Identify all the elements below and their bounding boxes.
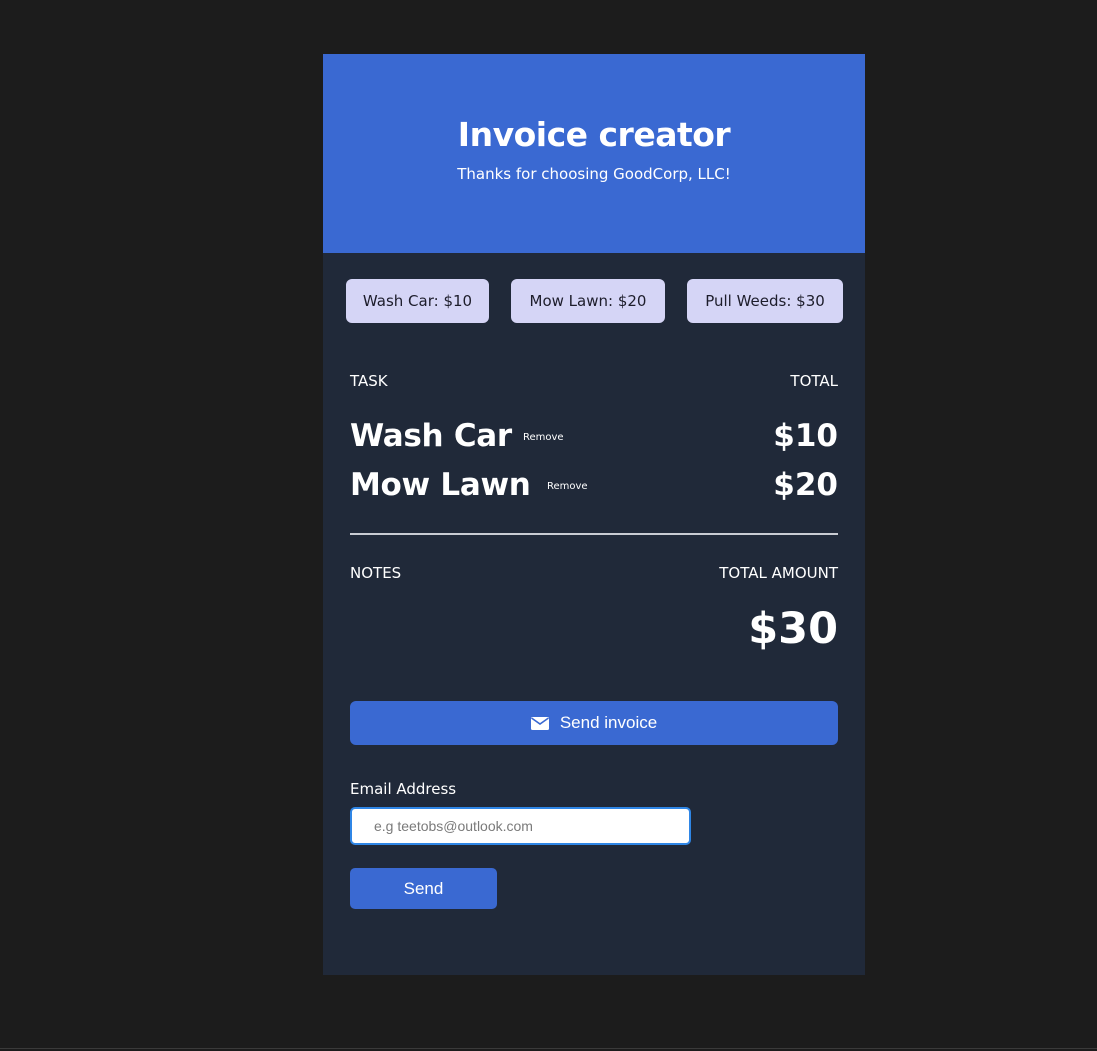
task-row: Mow Lawn Remove $20 <box>350 467 838 507</box>
task-price: $20 <box>773 467 838 503</box>
invoice-card: Invoice creator Thanks for choosing Good… <box>323 54 865 975</box>
page-subtitle: Thanks for choosing GoodCorp, LLC! <box>457 165 731 183</box>
add-mow-lawn-button[interactable]: Mow Lawn: $20 <box>511 279 665 323</box>
send-invoice-label: Send invoice <box>559 713 658 732</box>
task-name: Wash Car <box>350 418 512 454</box>
remove-task-button[interactable]: Remove <box>547 481 588 492</box>
divider <box>350 533 838 535</box>
task-button-group: Wash Car: $10 Mow Lawn: $20 Pull Weeds: … <box>323 279 865 323</box>
total-column-header: TOTAL <box>790 372 838 390</box>
send-button[interactable]: Send <box>350 868 497 909</box>
remove-task-button[interactable]: Remove <box>523 432 564 443</box>
add-pull-weeds-button[interactable]: Pull Weeds: $30 <box>687 279 843 323</box>
task-name: Mow Lawn <box>350 467 531 503</box>
add-wash-car-button[interactable]: Wash Car: $10 <box>346 279 489 323</box>
task-price: $10 <box>773 418 838 454</box>
envelope-icon <box>530 716 549 730</box>
invoice-header: Invoice creator Thanks for choosing Good… <box>323 54 865 253</box>
total-amount-label: TOTAL AMOUNT <box>719 564 838 582</box>
send-invoice-button[interactable]: Send invoice <box>350 701 838 745</box>
window-bottom-border <box>0 1048 1097 1049</box>
email-field[interactable] <box>350 807 691 845</box>
page-title: Invoice creator <box>457 115 731 154</box>
total-amount-value: $30 <box>748 604 838 654</box>
notes-label: NOTES <box>350 564 402 582</box>
task-row: Wash Car Remove $10 <box>350 418 838 458</box>
email-label: Email Address <box>350 780 457 798</box>
task-column-header: TASK <box>350 372 388 390</box>
